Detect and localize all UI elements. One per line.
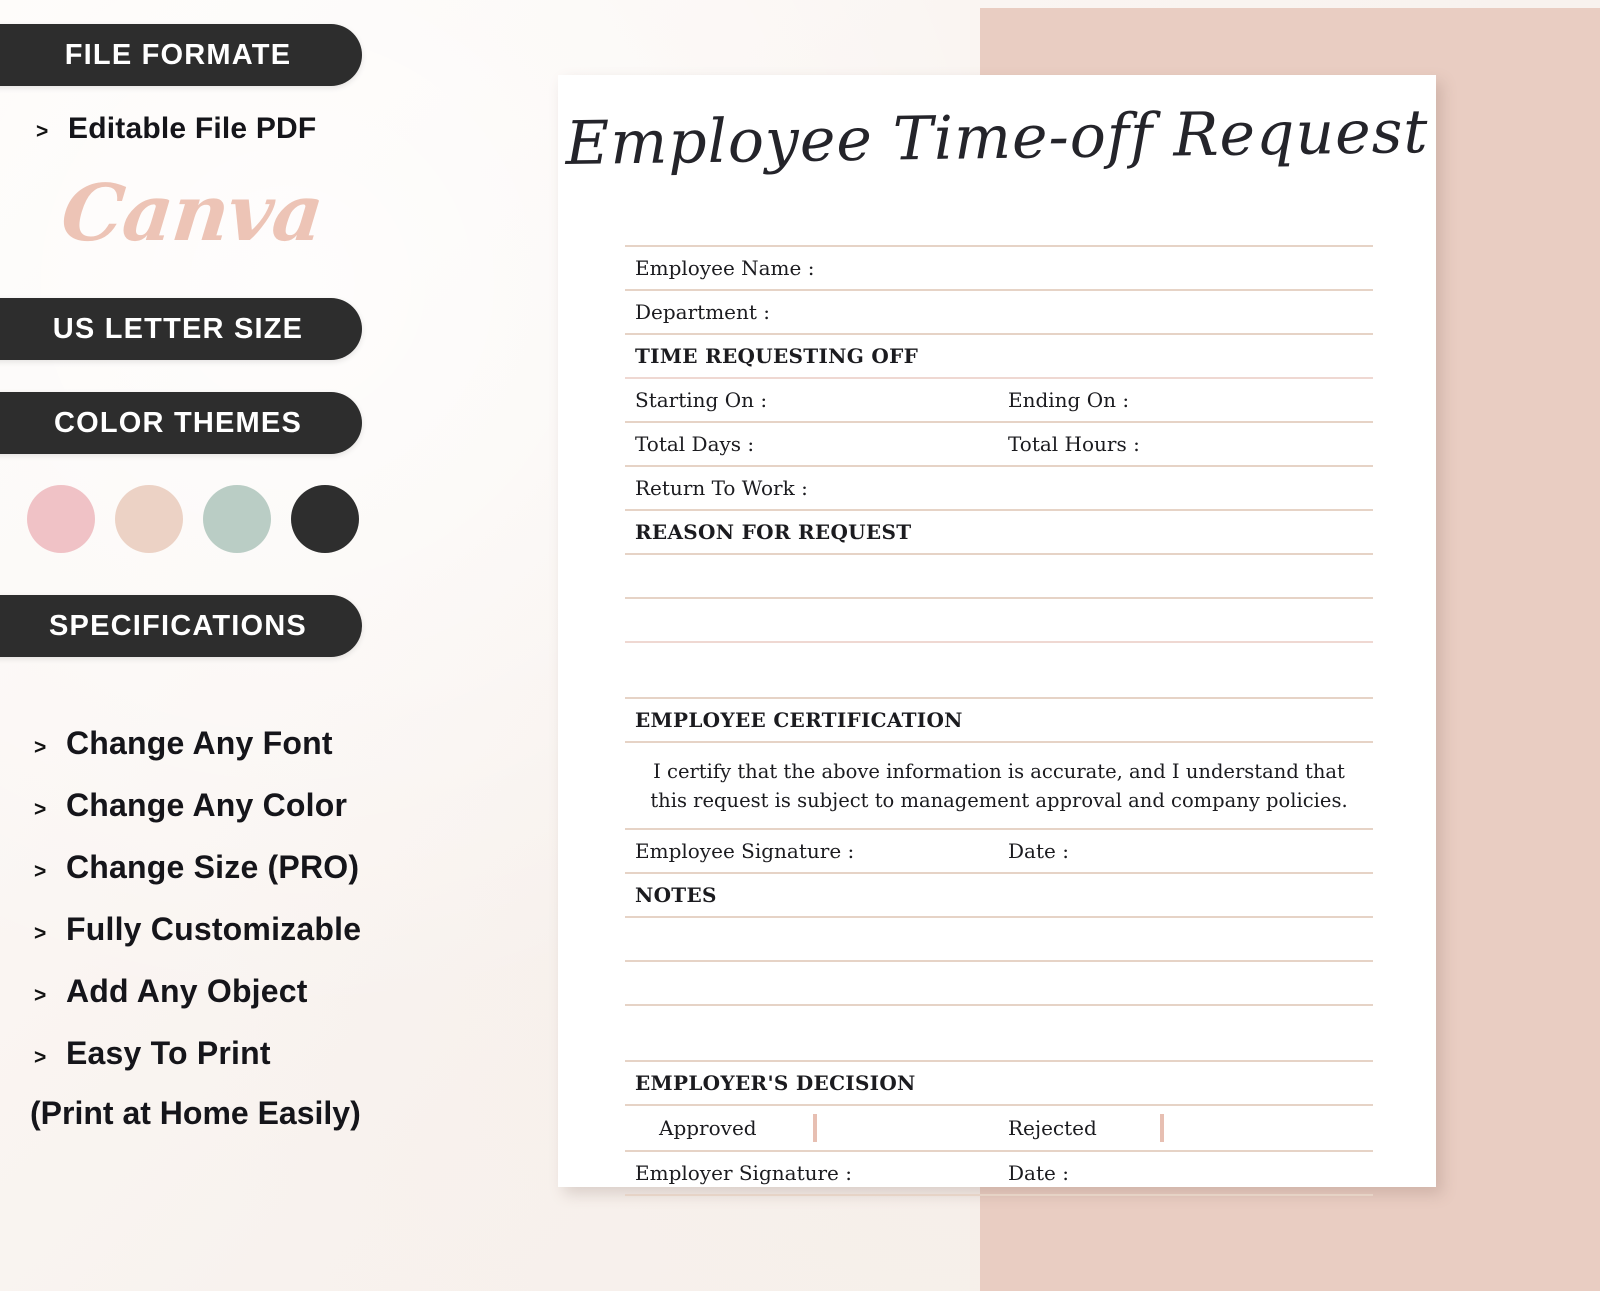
- rejected-label: Rejected: [1008, 1115, 1097, 1140]
- chevron-right-icon: >: [34, 736, 47, 759]
- field-label-date: Date :: [1008, 1160, 1069, 1185]
- list-item-label: Change Size (PRO): [66, 849, 360, 885]
- list-item-label: Editable File PDF: [68, 112, 317, 145]
- chevron-right-icon: >: [34, 984, 47, 1007]
- reason-write-line[interactable]: [625, 599, 1373, 641]
- color-swatch-sage: [203, 485, 271, 553]
- divider: [625, 1193, 1373, 1196]
- notes-write-line[interactable]: [625, 1006, 1373, 1060]
- certification-text: I certify that the above information is …: [650, 760, 1348, 813]
- chevron-right-icon: >: [34, 922, 47, 945]
- chevron-right-icon: >: [34, 860, 47, 883]
- chevron-right-icon: >: [34, 1046, 47, 1069]
- field-start-end-dates[interactable]: Starting On : Ending On :: [625, 379, 1373, 421]
- field-label: Employee Name :: [635, 256, 815, 280]
- notes-write-line[interactable]: [625, 918, 1373, 960]
- pill-file-format-label: FILE FORMATE: [64, 38, 292, 71]
- section-notes: NOTES: [625, 874, 1373, 916]
- pill-us-letter-size-label: US LETTER SIZE: [52, 312, 304, 345]
- list-item-editable-pdf: > Editable File PDF: [28, 112, 316, 146]
- section-heading: TIME REQUESTING OFF: [635, 344, 919, 368]
- list-item-label: Add Any Object: [66, 973, 308, 1009]
- print-footnote: (Print at Home Easily): [30, 1095, 361, 1131]
- chevron-right-icon: >: [34, 798, 47, 821]
- pill-specifications-label: SPECIFICATIONS: [49, 609, 307, 642]
- color-swatch-charcoal: [291, 485, 359, 553]
- field-employee-name[interactable]: Employee Name :: [625, 247, 1373, 289]
- list-item-label: Change Any Color: [66, 787, 348, 823]
- section-employee-certification: EMPLOYEE CERTIFICATION: [625, 699, 1373, 741]
- list-item-spec: > Add Any Object: [26, 973, 308, 1010]
- field-employee-signature[interactable]: Employee Signature : Date :: [625, 830, 1373, 872]
- field-return-to-work[interactable]: Return To Work :: [625, 467, 1373, 509]
- color-swatch-blush: [115, 485, 183, 553]
- field-label: Department :: [635, 300, 771, 324]
- list-item-spec: > Change Size (PRO): [26, 849, 359, 886]
- pill-specifications: SPECIFICATIONS: [0, 595, 362, 657]
- section-heading: EMPLOYER'S DECISION: [635, 1070, 916, 1095]
- list-item-label: Change Any Font: [66, 725, 333, 761]
- list-item-label: Easy To Print: [66, 1035, 271, 1071]
- decision-options-row: Approved Rejected: [625, 1106, 1373, 1150]
- field-label-starting-on: Starting On :: [635, 388, 768, 412]
- field-label-total-hours: Total Hours :: [1008, 432, 1140, 456]
- notes-write-line[interactable]: [625, 962, 1373, 1004]
- rejected-checkbox[interactable]: [1160, 1113, 1164, 1142]
- color-swatch-pink: [27, 485, 95, 553]
- pill-color-themes-label: COLOR THEMES: [53, 406, 302, 439]
- info-sidebar: FILE FORMATE > Editable File PDF Canva U…: [0, 0, 560, 1291]
- field-total-days-hours[interactable]: Total Days : Total Hours :: [625, 423, 1373, 465]
- section-heading: NOTES: [635, 882, 717, 907]
- color-swatch-group: [27, 485, 359, 553]
- approved-checkbox[interactable]: [813, 1113, 817, 1142]
- field-label: Return To Work :: [635, 476, 808, 500]
- section-reason-for-request: REASON FOR REQUEST: [625, 511, 1373, 553]
- section-heading: EMPLOYEE CERTIFICATION: [635, 708, 963, 732]
- field-department[interactable]: Department :: [625, 291, 1373, 333]
- chevron-right-icon: >: [36, 120, 49, 143]
- pill-color-themes: COLOR THEMES: [0, 392, 362, 454]
- pill-us-letter-size: US LETTER SIZE: [0, 298, 362, 360]
- pill-file-format: FILE FORMATE: [0, 24, 362, 86]
- reason-write-line[interactable]: [625, 555, 1373, 597]
- list-item-spec: > Change Any Color: [26, 787, 347, 824]
- section-heading: REASON FOR REQUEST: [635, 520, 912, 544]
- field-label-total-days: Total Days :: [635, 432, 755, 456]
- field-label-ending-on: Ending On :: [1008, 388, 1130, 412]
- document-preview-card: Employee Time-off Request Employee Name …: [558, 75, 1436, 1196]
- field-label-date: Date :: [1008, 838, 1069, 863]
- field-employer-signature[interactable]: Employer Signature : Date :: [625, 1152, 1373, 1194]
- list-item-label: Fully Customizable: [66, 911, 362, 947]
- approved-label: Approved: [659, 1115, 757, 1140]
- list-item-spec: > Fully Customizable: [26, 911, 361, 948]
- section-employers-decision: EMPLOYER'S DECISION: [625, 1062, 1373, 1104]
- time-off-request-form: Employee Name : Department : TIME REQUES…: [625, 245, 1373, 1196]
- canva-logo: Canva: [57, 168, 327, 259]
- document-title: Employee Time-off Request: [565, 96, 1429, 180]
- list-item-spec: > Change Any Font: [26, 725, 333, 762]
- list-item-spec: > Easy To Print: [26, 1035, 271, 1072]
- reason-write-line[interactable]: [625, 643, 1373, 697]
- section-time-requesting-off: TIME REQUESTING OFF: [625, 335, 1373, 377]
- field-label-employee-signature: Employee Signature :: [635, 838, 855, 863]
- field-label-employer-signature: Employer Signature :: [635, 1160, 852, 1185]
